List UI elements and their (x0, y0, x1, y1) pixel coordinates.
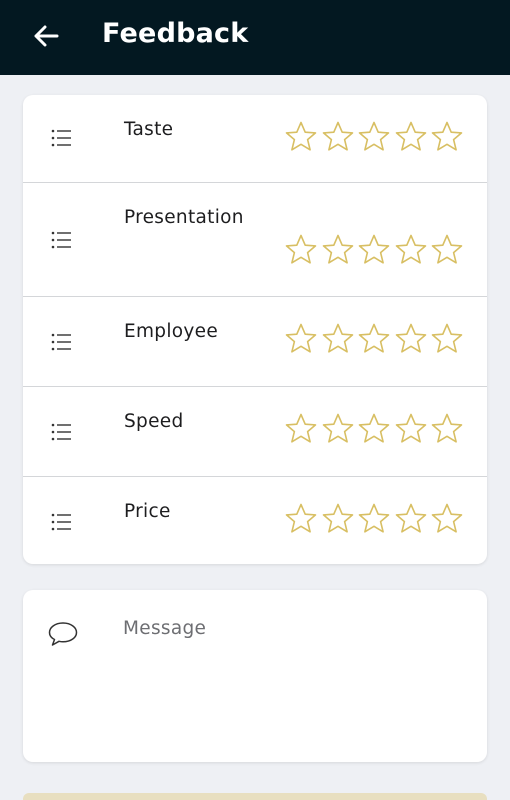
list-icon (51, 423, 71, 441)
arrow-left-icon (34, 25, 59, 47)
star-rating (284, 322, 464, 356)
star-icon[interactable] (394, 502, 428, 536)
star-icon[interactable] (394, 322, 428, 356)
star-icon[interactable] (394, 412, 428, 446)
rating-row-speed: Speed (23, 387, 487, 477)
rating-row-taste: Taste (23, 95, 487, 183)
rating-row-employee: Employee (23, 297, 487, 387)
rating-label: Price (124, 501, 171, 522)
list-icon (51, 513, 71, 531)
star-icon[interactable] (430, 322, 464, 356)
rating-label: Speed (124, 411, 184, 432)
star-rating (284, 412, 464, 446)
message-input[interactable] (123, 618, 463, 748)
chat-bubble-icon (48, 622, 78, 646)
star-icon[interactable] (357, 322, 391, 356)
star-rating (284, 233, 464, 267)
rating-label: Taste (124, 119, 174, 140)
ratings-card: Taste Presentation Employee Speed Price (23, 95, 487, 564)
page-title: Feedback (102, 18, 249, 49)
star-icon[interactable] (284, 412, 318, 446)
star-icon[interactable] (284, 120, 318, 154)
star-icon[interactable] (430, 502, 464, 536)
star-icon[interactable] (321, 120, 355, 154)
list-icon (51, 129, 71, 147)
star-icon[interactable] (394, 233, 428, 267)
rating-label: Presentation (124, 207, 244, 228)
star-icon[interactable] (284, 322, 318, 356)
back-button[interactable] (30, 20, 62, 52)
message-card (23, 590, 487, 762)
star-icon[interactable] (321, 502, 355, 536)
app-bar: Feedback (0, 0, 510, 75)
star-icon[interactable] (321, 412, 355, 446)
star-icon[interactable] (394, 120, 428, 154)
star-icon[interactable] (321, 233, 355, 267)
star-icon[interactable] (430, 120, 464, 154)
star-icon[interactable] (357, 412, 391, 446)
rating-label: Employee (124, 321, 219, 342)
star-icon[interactable] (357, 120, 391, 154)
star-icon[interactable] (284, 233, 318, 267)
star-icon[interactable] (357, 233, 391, 267)
list-icon (51, 333, 71, 351)
star-rating (284, 120, 464, 154)
rating-row-price: Price (23, 477, 487, 564)
star-icon[interactable] (321, 322, 355, 356)
rating-row-presentation: Presentation (23, 183, 487, 297)
star-icon[interactable] (430, 412, 464, 446)
star-icon[interactable] (357, 502, 391, 536)
star-icon[interactable] (284, 502, 318, 536)
star-icon[interactable] (430, 233, 464, 267)
star-rating (284, 502, 464, 536)
submit-button-edge[interactable] (23, 793, 487, 800)
list-icon (51, 231, 71, 249)
